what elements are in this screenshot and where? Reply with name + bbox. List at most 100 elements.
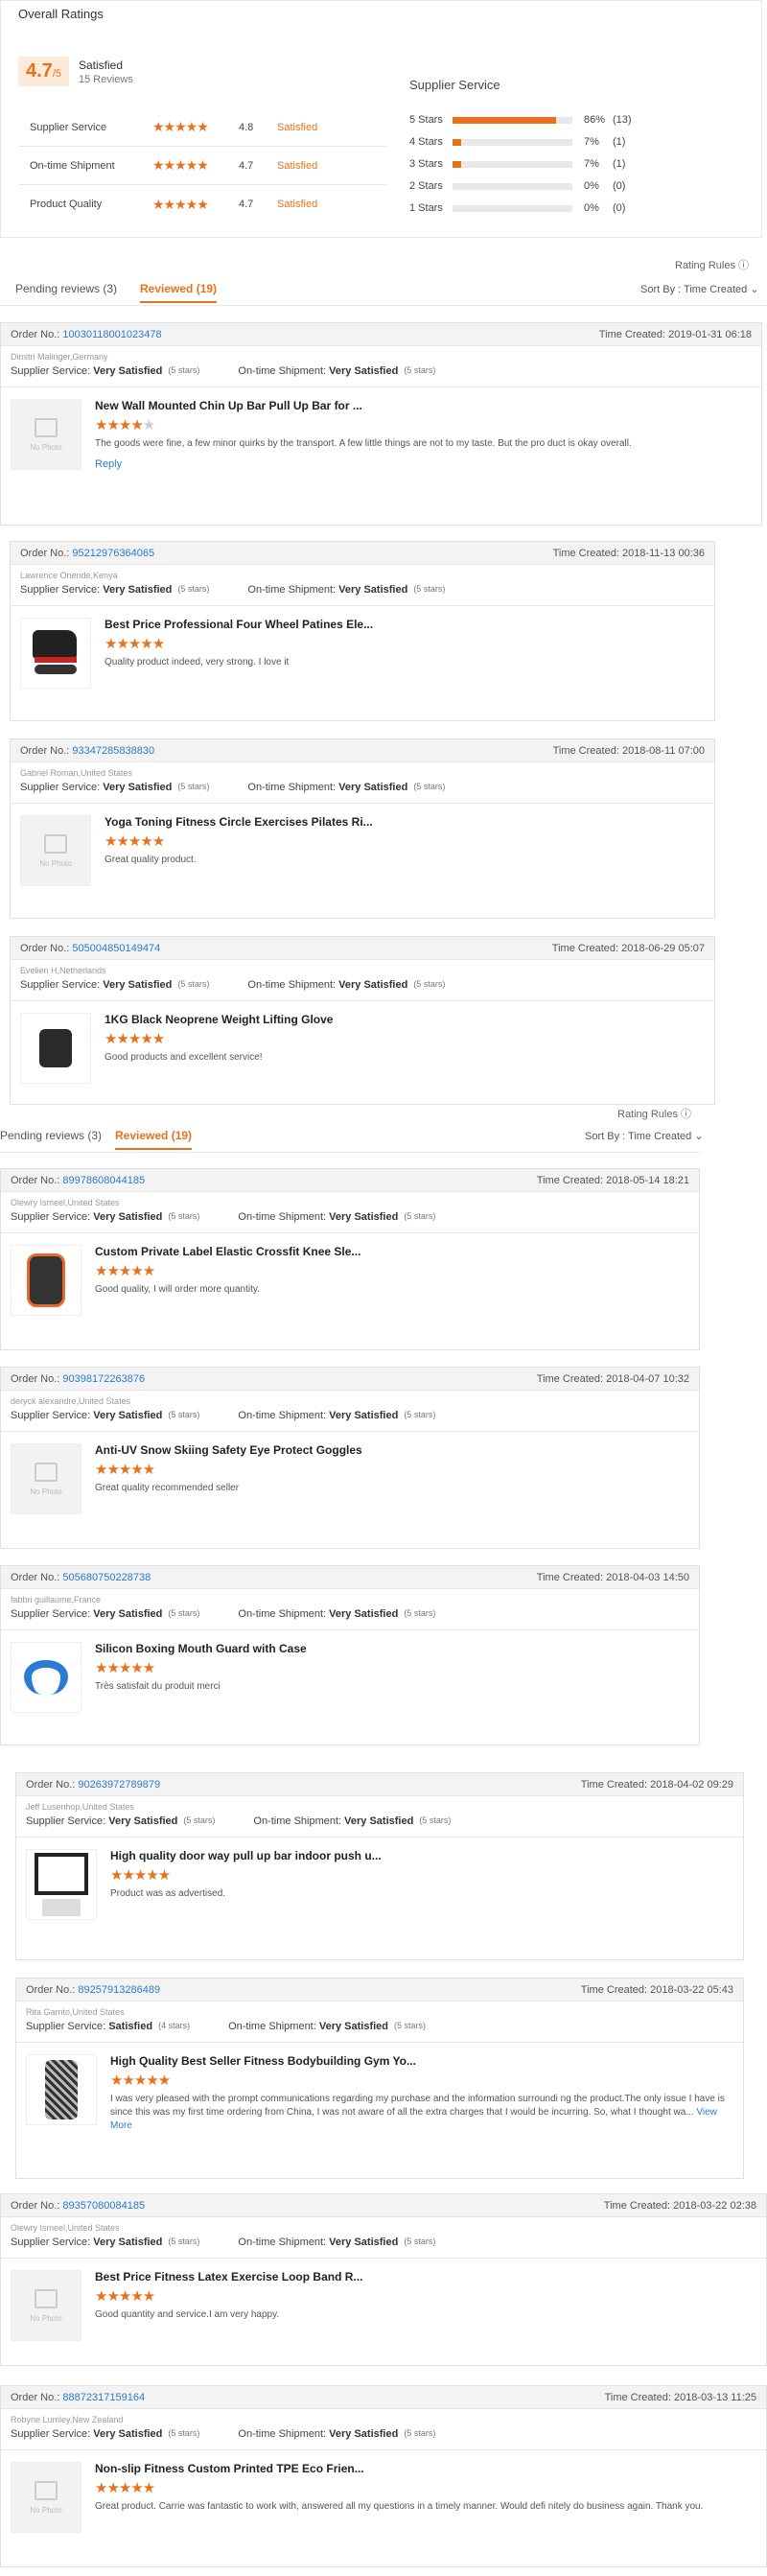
product-title[interactable]: Non-slip Fitness Custom Printed TPE Eco … <box>95 2462 756 2475</box>
card-header: Order No.: 90398172263876 Time Created: 2… <box>1 1368 699 1391</box>
order-number-link[interactable]: 89978608044185 <box>62 1175 145 1186</box>
star-rating-icon: ★★★★★ <box>152 119 209 134</box>
order-number-link[interactable]: 10030118001023478 <box>62 329 161 340</box>
buyer-name: Gabriel Roman,United States <box>20 768 133 778</box>
star-rating-icon: ★★★★★ <box>95 2288 155 2305</box>
image-placeholder-icon <box>35 417 58 437</box>
product-row: 1KG Black Neoprene Weight Lifting Glove ★… <box>11 1001 714 1084</box>
product-image-glove[interactable] <box>20 1013 91 1084</box>
distribution-row: 5 Stars 86% (13) <box>409 114 632 126</box>
order-number-link[interactable]: 88872317159164 <box>62 2392 145 2403</box>
product-title[interactable]: High quality door way pull up bar indoor… <box>110 1849 733 1862</box>
product-image-placeholder[interactable]: No Photo <box>11 399 81 470</box>
product-image-bottle[interactable] <box>26 2054 97 2125</box>
order-number-link[interactable]: 95212976364065 <box>72 548 154 559</box>
buyer-name: Dimitri Malinger,Germany <box>11 352 108 362</box>
product-row: No Photo New Wall Mounted Chin Up Bar Pul… <box>1 387 761 470</box>
card-header: Order No.: 89978608044185 Time Created: 2… <box>1 1169 699 1192</box>
time-created: 2019-01-31 06:18 <box>668 328 752 340</box>
product-title[interactable]: 1KG Black Neoprene Weight Lifting Glove <box>105 1013 705 1026</box>
product-title[interactable]: Silicon Boxing Mouth Guard with Case <box>95 1642 689 1655</box>
star-rating-icon: ★★★★★ <box>95 1660 155 1676</box>
distribution-bar <box>453 160 572 168</box>
review-card: Order No.: 505680750228738 Time Created: … <box>0 1565 700 1745</box>
service-ratings: Supplier Service: Very Satisfied (5 stars… <box>20 584 446 596</box>
product-row: Silicon Boxing Mouth Guard with Case ★★★★… <box>1 1630 699 1713</box>
product-image-skate[interactable] <box>20 618 91 689</box>
image-placeholder-icon <box>35 2480 58 2500</box>
sort-by-dropdown[interactable]: Sort By : Time Created ⌄ <box>585 1130 704 1142</box>
distribution-row: 2 Stars 0% (0) <box>409 180 626 192</box>
order-number-link[interactable]: 90398172263876 <box>62 1373 145 1385</box>
overall-score: 4.7/5 Satisfied 15 Reviews <box>18 57 133 86</box>
buyer-name: Olewry Ismeel,United States <box>11 1198 120 1207</box>
order-number-link[interactable]: 93347285838830 <box>72 745 154 757</box>
distribution-bar <box>453 204 572 212</box>
product-row: Best Price Professional Four Wheel Patin… <box>11 606 714 689</box>
order-number-link[interactable]: 89257913286489 <box>78 1984 160 1996</box>
overall-ratings-title: Overall Ratings <box>18 7 104 21</box>
product-image-placeholder[interactable]: No Photo <box>11 2462 81 2533</box>
review-card: Order No.: 88872317159164 Time Created: 2… <box>0 2385 767 2567</box>
image-placeholder-icon <box>35 2288 58 2308</box>
time-created: 2018-03-22 02:38 <box>673 2199 756 2212</box>
buyer-name: deryck alexandre,United States <box>11 1396 131 1406</box>
service-ratings: Supplier Service: Very Satisfied (5 stars… <box>11 1211 436 1223</box>
service-ratings: Supplier Service: Very Satisfied (5 stars… <box>11 1410 436 1421</box>
product-image-knee-sleeve[interactable] <box>11 1245 81 1316</box>
review-text: Good quality, I will order more quantity… <box>95 1284 260 1295</box>
service-ratings: Supplier Service: Very Satisfied (5 stars… <box>11 1608 436 1620</box>
tab-pending-reviews[interactable]: Pending reviews (3) <box>0 1129 102 1148</box>
product-title[interactable]: Anti-UV Snow Skiing Safety Eye Protect G… <box>95 1443 689 1457</box>
product-title[interactable]: Yoga Toning Fitness Circle Exercises Pil… <box>105 815 705 829</box>
tab-reviewed[interactable]: Reviewed (19) <box>115 1129 193 1150</box>
distribution-row: 4 Stars 7% (1) <box>409 136 626 148</box>
rating-rules-link[interactable]: Rating Rules ⓘ <box>617 1106 691 1121</box>
review-card: Order No.: 10030118001023478 Time Created… <box>0 322 762 526</box>
reply-link[interactable]: Reply <box>95 458 752 470</box>
product-image-mouth-guard[interactable] <box>11 1642 81 1713</box>
order-number-link[interactable]: 90263972789879 <box>78 1779 160 1791</box>
product-title[interactable]: High Quality Best Seller Fitness Bodybui… <box>110 2054 733 2068</box>
overall-status: Satisfied <box>79 58 124 72</box>
review-card: Order No.: 95212976364065 Time Created: 2… <box>10 541 715 721</box>
order-number-link[interactable]: 505680750228738 <box>62 1572 151 1583</box>
product-image-placeholder[interactable]: No Photo <box>11 1443 81 1514</box>
rating-row-supplier-service: Supplier Service ★★★★★ 4.8 Satisfied <box>18 108 386 147</box>
product-row: High Quality Best Seller Fitness Bodybui… <box>16 2043 743 2133</box>
star-rating-icon: ★★★★★ <box>105 1031 165 1047</box>
card-header: Order No.: 505680750228738 Time Created: … <box>1 1566 699 1589</box>
review-text: Great quality product. <box>105 855 197 865</box>
star-rating-icon: ★★★★★ <box>95 2480 155 2496</box>
tab-reviewed[interactable]: Reviewed (19) <box>140 282 218 303</box>
card-header: Order No.: 89357080084185 Time Created: 2… <box>1 2194 766 2217</box>
product-image-pull-up-bar[interactable] <box>26 1849 97 1920</box>
time-created: 2018-04-03 14:50 <box>606 1571 689 1583</box>
distribution-bar <box>453 116 572 124</box>
product-title[interactable]: Best Price Fitness Latex Exercise Loop B… <box>95 2270 756 2283</box>
star-rating-icon: ★★★★★ <box>95 1263 155 1279</box>
review-card: Order No.: 89257913286489 Time Created: 2… <box>15 1978 744 2179</box>
review-text: Product was as advertised. <box>110 1888 226 1899</box>
product-title[interactable]: Best Price Professional Four Wheel Patin… <box>105 618 705 631</box>
sort-by-dropdown[interactable]: Sort By : Time Created ⌄ <box>640 283 759 295</box>
order-number-link[interactable]: 89357080084185 <box>62 2200 145 2212</box>
review-card: Order No.: 505004850149474 Time Created: … <box>10 936 715 1105</box>
review-card: Order No.: 89357080084185 Time Created: 2… <box>0 2193 767 2366</box>
order-number-link[interactable]: 505004850149474 <box>72 943 160 954</box>
service-ratings: Supplier Service: Very Satisfied (5 stars… <box>20 979 446 991</box>
rating-rules-link[interactable]: Rating Rules ⓘ <box>675 257 749 272</box>
product-image-placeholder[interactable]: No Photo <box>20 815 91 886</box>
product-title[interactable]: Custom Private Label Elastic Crossfit Kn… <box>95 1245 689 1258</box>
image-placeholder-icon <box>35 1462 58 1482</box>
page: Overall Ratings 4.7/5 Satisfied 15 Revie… <box>0 0 767 2576</box>
star-rating-icon: ★★★★★ <box>110 2073 171 2089</box>
product-title[interactable]: New Wall Mounted Chin Up Bar Pull Up Bar… <box>95 399 752 412</box>
review-text: Très satisfait du produit merci <box>95 1681 221 1692</box>
review-count: 15 Reviews <box>79 73 133 85</box>
tab-pending-reviews[interactable]: Pending reviews (3) <box>15 282 117 301</box>
distribution-row: 3 Stars 7% (1) <box>409 158 626 170</box>
product-image-placeholder[interactable]: No Photo <box>11 2270 81 2341</box>
buyer-name: Evelien H,Netherlands <box>20 966 106 975</box>
time-created: 2018-05-14 18:21 <box>606 1174 689 1186</box>
